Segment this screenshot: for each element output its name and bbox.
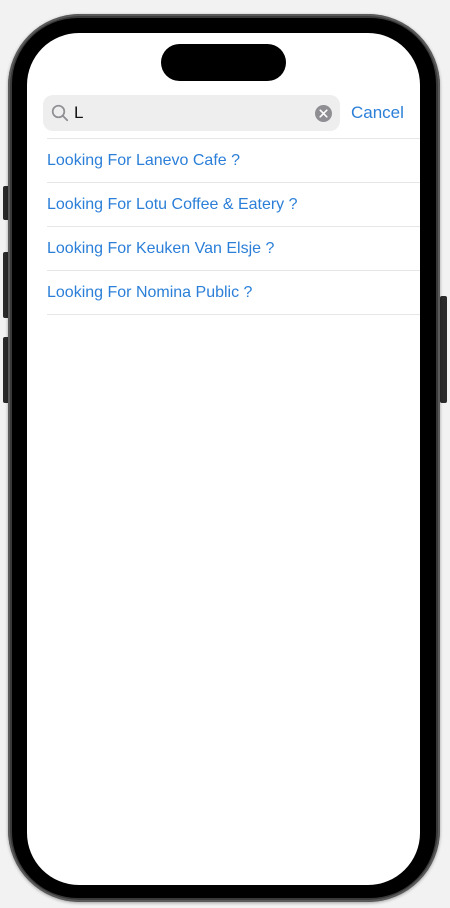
clear-x-glyph — [319, 108, 328, 118]
search-input[interactable] — [74, 95, 315, 131]
power-button — [440, 296, 447, 403]
screen: Cancel Looking For Lanevo Cafe ? Looking… — [27, 33, 420, 885]
suggestion-item[interactable]: Looking For Nomina Public ? — [47, 271, 420, 315]
suggestion-item[interactable]: Looking For Keuken Van Elsje ? — [47, 227, 420, 271]
suggestion-item[interactable]: Looking For Lanevo Cafe ? — [47, 139, 420, 183]
search-icon — [51, 104, 69, 122]
clear-icon[interactable] — [315, 104, 332, 122]
phone-mockup: Cancel Looking For Lanevo Cafe ? Looking… — [0, 0, 450, 908]
dynamic-island — [161, 44, 286, 81]
suggestion-list: Looking For Lanevo Cafe ? Looking For Lo… — [47, 138, 420, 315]
search-field[interactable] — [43, 95, 340, 131]
cancel-button[interactable]: Cancel — [351, 103, 404, 123]
suggestion-item[interactable]: Looking For Lotu Coffee & Eatery ? — [47, 183, 420, 227]
search-bar: Cancel — [43, 95, 413, 131]
